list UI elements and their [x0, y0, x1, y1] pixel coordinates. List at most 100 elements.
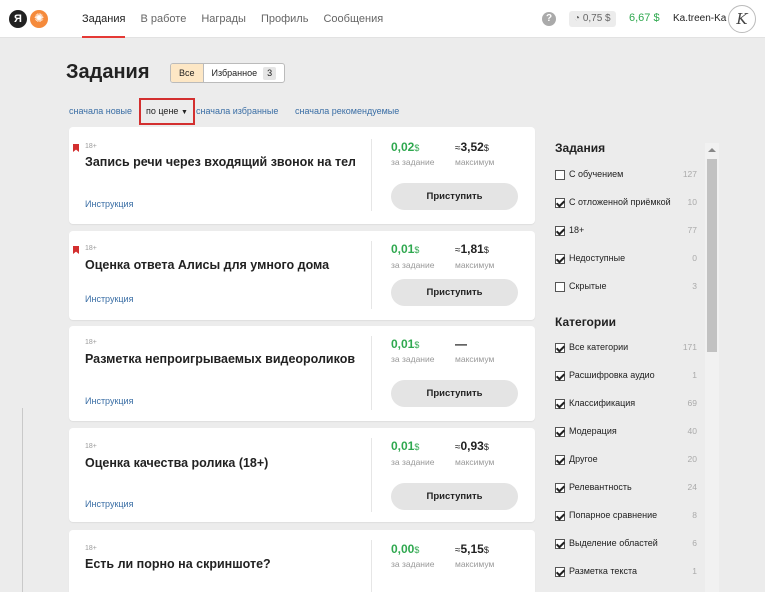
instruction-link[interactable]: Инструкция	[85, 294, 133, 304]
age-rating: 18+	[85, 339, 97, 346]
category-count: 69	[687, 398, 697, 408]
checkbox[interactable]	[555, 343, 565, 353]
bookmark-icon[interactable]	[73, 144, 79, 152]
task-title[interactable]: Оценка качества ролика (18+)	[85, 456, 355, 470]
toloka-logo-icon[interactable]: ✺	[30, 10, 48, 28]
category-classification[interactable]: Классификация 69	[555, 397, 697, 411]
bonus-balance[interactable]: ◔ 0,75 $	[569, 11, 616, 27]
max-caption: максимум	[455, 260, 495, 270]
category-moderation[interactable]: Модерация 40	[555, 425, 697, 439]
task-title[interactable]: Разметка непроигрываемых видеороликов ..…	[85, 352, 355, 366]
task-card[interactable]: 18+ Разметка непроигрываемых видеоролико…	[69, 326, 535, 421]
filter-with-training[interactable]: С обучением 127	[555, 168, 697, 182]
sort-recommended-link[interactable]: сначала рекомендуемые	[295, 106, 399, 116]
filter-hidden[interactable]: Скрытые 3	[555, 280, 697, 294]
filter-count: 77	[687, 225, 697, 235]
reward-value: 0,01	[391, 242, 415, 256]
filter-all-button[interactable]: Все	[171, 64, 204, 82]
task-title[interactable]: Оценка ответа Алисы для умного дома	[85, 258, 355, 272]
max-caption: максимум	[455, 354, 495, 364]
avatar[interactable]: K	[728, 5, 756, 33]
main-nav: Задания В работе Награды Профиль Сообщен…	[82, 0, 398, 38]
scroll-up-icon[interactable]	[705, 143, 719, 157]
category-label: Выделение областей	[569, 538, 658, 548]
task-card[interactable]: 18+ Оценка ответа Алисы для умного дома …	[69, 231, 535, 320]
nav-messages[interactable]: Сообщения	[323, 0, 383, 38]
start-task-button[interactable]: Приступить	[391, 279, 518, 306]
start-task-button[interactable]: Приступить	[391, 183, 518, 210]
instruction-link[interactable]: Инструкция	[85, 396, 133, 406]
nav-rewards[interactable]: Награды	[201, 0, 246, 38]
checkbox[interactable]	[555, 282, 565, 292]
task-title[interactable]: Есть ли порно на скриншоте?	[85, 557, 355, 571]
filter-unavailable[interactable]: Недоступные 0	[555, 252, 697, 266]
filter-favorites-button[interactable]: Избранное 3	[204, 64, 285, 82]
task-card[interactable]: 18+ Оценка качества ролика (18+) Инструк…	[69, 428, 535, 522]
task-reward: 0,01$	[391, 337, 419, 351]
category-label: Все категории	[569, 342, 629, 352]
start-task-button[interactable]: Приступить	[391, 380, 518, 407]
max-caption: максимум	[455, 157, 495, 167]
reward-caption: за задание	[391, 260, 435, 270]
task-max-earning: ≈3,52$	[455, 140, 489, 154]
scrollbar-thumb[interactable]	[707, 159, 717, 352]
start-task-button[interactable]: Приступить	[391, 483, 518, 510]
checkbox[interactable]	[555, 427, 565, 437]
sort-newest-link[interactable]: сначала новые	[69, 106, 132, 116]
category-text-markup[interactable]: Разметка текста 1	[555, 565, 697, 579]
account-balance[interactable]: 6,67 $	[629, 12, 660, 24]
sort-by-price-link[interactable]: по цене ▼	[139, 98, 195, 125]
checkbox[interactable]	[555, 226, 565, 236]
checkbox[interactable]	[555, 254, 565, 264]
category-label: Модерация	[569, 426, 617, 436]
checkbox[interactable]	[555, 170, 565, 180]
category-all[interactable]: Все категории 171	[555, 341, 697, 355]
help-icon[interactable]: ?	[542, 12, 556, 26]
filter-count: 127	[682, 169, 697, 179]
checkbox[interactable]	[555, 539, 565, 549]
filter-favorites-label: Избранное	[211, 68, 258, 78]
username[interactable]: Ka.treen-Ka	[673, 13, 726, 24]
task-filter-toggle: Все Избранное 3	[170, 63, 286, 83]
tasks-filter-heading: Задания	[555, 141, 606, 155]
top-header: Я ✺ Задания В работе Награды Профиль Соо…	[0, 0, 765, 38]
max-value: —	[455, 337, 467, 351]
checkbox[interactable]	[555, 198, 565, 208]
yandex-logo[interactable]: Я	[9, 10, 27, 28]
filter-label: С отложенной приёмкой	[569, 197, 671, 207]
filter-delayed-acceptance[interactable]: С отложенной приёмкой 10	[555, 196, 697, 210]
sort-by-price-label: по цене	[146, 106, 179, 116]
category-count: 6	[692, 538, 697, 548]
checkbox[interactable]	[555, 483, 565, 493]
nav-profile[interactable]: Профиль	[261, 0, 309, 38]
filter-adult[interactable]: 18+ 77	[555, 224, 697, 238]
nav-tasks[interactable]: Задания	[82, 0, 126, 38]
card-divider	[371, 438, 372, 512]
task-card[interactable]: 18+ Запись речи через входящий звонок на…	[69, 127, 535, 224]
category-label: Релевантность	[569, 482, 632, 492]
instruction-link[interactable]: Инструкция	[85, 499, 133, 509]
checkbox[interactable]	[555, 371, 565, 381]
age-rating: 18+	[85, 443, 97, 450]
category-relevance[interactable]: Релевантность 24	[555, 481, 697, 495]
max-caption: максимум	[455, 559, 495, 569]
category-area-selection[interactable]: Выделение областей 6	[555, 537, 697, 551]
bookmark-icon[interactable]	[73, 246, 79, 254]
reward-caption: за задание	[391, 559, 435, 569]
sort-favorites-link[interactable]: сначала избранные	[196, 106, 278, 116]
category-audio-transcription[interactable]: Расшифровка аудио 1	[555, 369, 697, 383]
checkbox[interactable]	[555, 455, 565, 465]
checkbox[interactable]	[555, 399, 565, 409]
checkbox[interactable]	[555, 511, 565, 521]
nav-in-progress[interactable]: В работе	[140, 0, 186, 38]
card-divider	[371, 540, 372, 592]
category-pairwise[interactable]: Попарное сравнение 8	[555, 509, 697, 523]
filter-count: 3	[692, 281, 697, 291]
category-other[interactable]: Другое 20	[555, 453, 697, 467]
task-title[interactable]: Запись речи через входящий звонок на тел…	[85, 155, 355, 169]
max-value: 5,15	[460, 542, 484, 556]
instruction-link[interactable]: Инструкция	[85, 199, 133, 209]
task-card[interactable]: 18+ Есть ли порно на скриншоте? 0,00$ за…	[69, 530, 535, 592]
checkbox[interactable]	[555, 567, 565, 577]
max-value: 0,93	[460, 439, 484, 453]
